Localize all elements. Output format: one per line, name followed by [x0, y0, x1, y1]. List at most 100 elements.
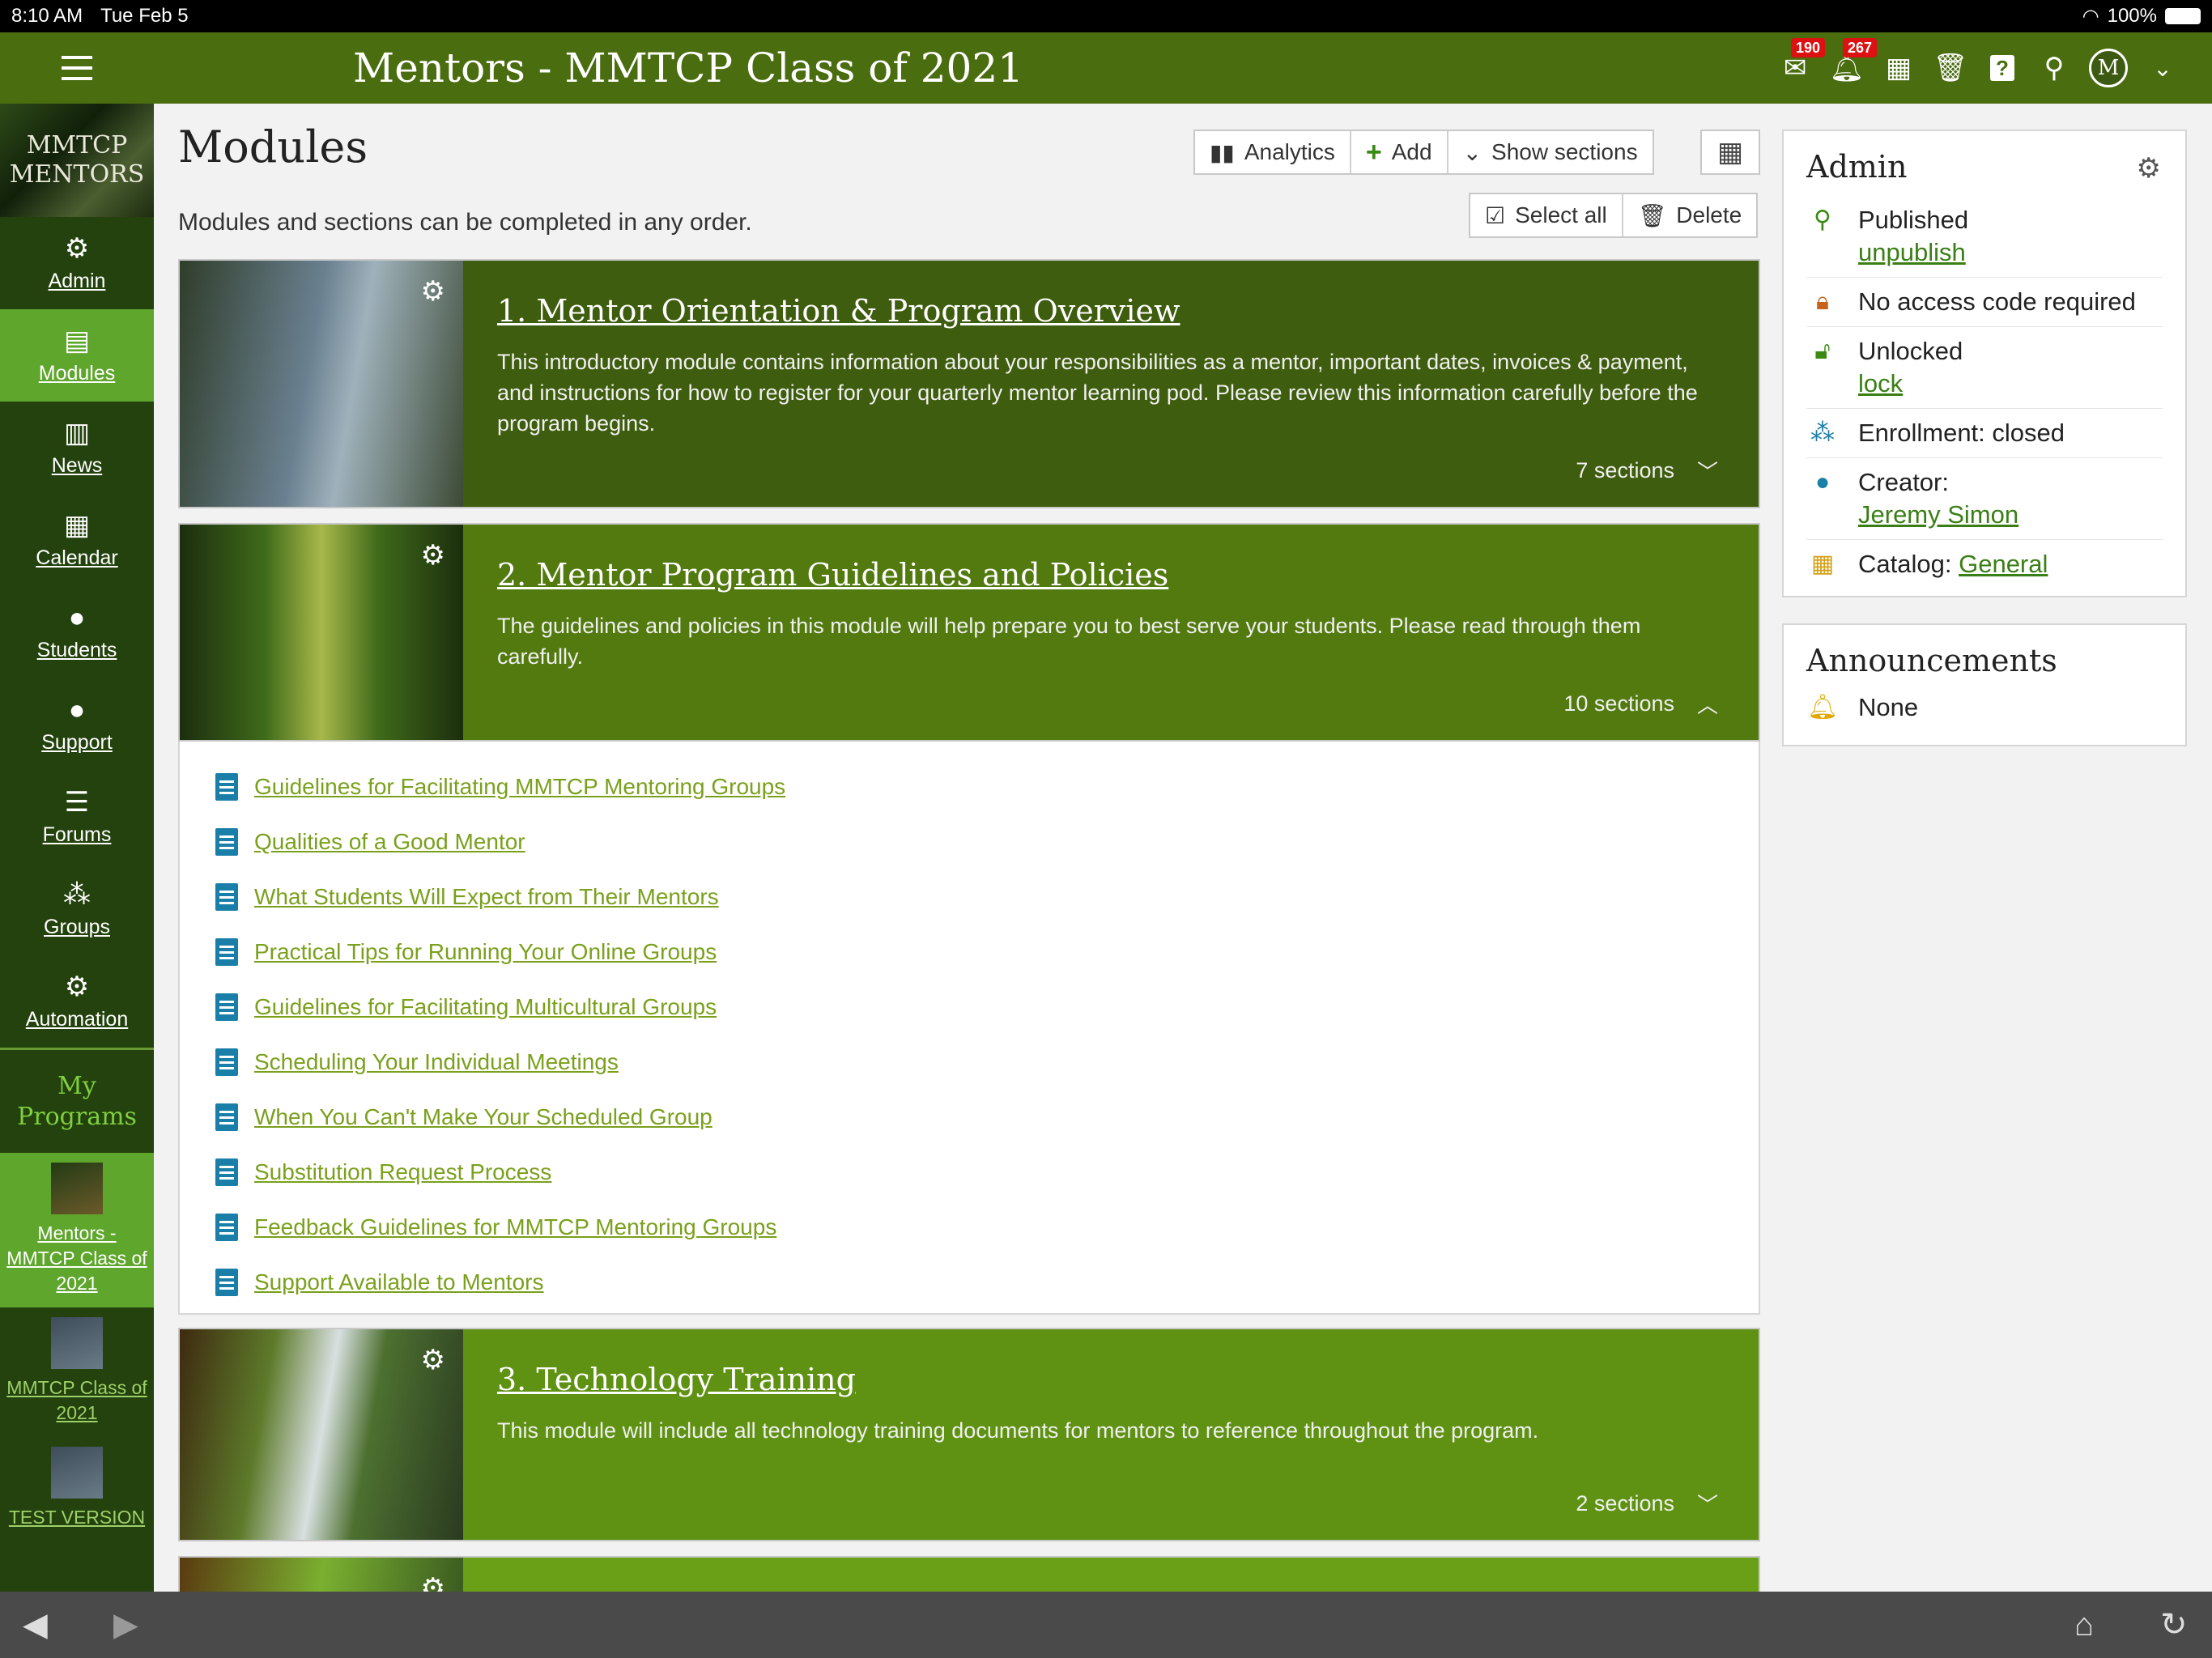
list-item[interactable]: Guidelines for Facilitating Multicultura…	[215, 980, 1759, 1035]
publish-status: Published	[1858, 206, 1969, 234]
chevron-down-icon: ⌄	[2153, 55, 2172, 81]
program-thumbnail	[51, 1447, 103, 1499]
trash-icon: 🗑︎	[1933, 53, 1968, 83]
module-description: This module will include all technology …	[497, 1418, 1539, 1443]
document-icon	[215, 1269, 238, 1296]
catalog-link[interactable]: General	[1959, 550, 2048, 578]
help-button[interactable]: ?	[1985, 51, 2019, 85]
section-count: 7 sections	[1576, 458, 1674, 483]
program-label: TEST VERSION	[8, 1507, 146, 1528]
sidebar-item-admin[interactable]: ⚙ Admin	[0, 217, 154, 309]
lock-link[interactable]: lock	[1858, 369, 1903, 397]
document-icon	[215, 883, 238, 911]
list-item[interactable]: What Students Will Expect from Their Men…	[215, 869, 1759, 925]
program-label: MMTCP Class of 2021	[6, 1377, 147, 1423]
document-icon	[215, 1103, 238, 1131]
module-card-2[interactable]: ⚙ 2. Mentor Program Guidelines and Polic…	[178, 523, 1760, 742]
module-card-3[interactable]: ⚙ 3. Technology Training This module wil…	[178, 1328, 1760, 1541]
list-item[interactable]: Scheduling Your Individual Meetings	[215, 1035, 1759, 1090]
section-link[interactable]: When You Can't Make Your Scheduled Group	[254, 1104, 713, 1130]
grid-view-button[interactable]: ▦	[1700, 130, 1760, 175]
module-card-4[interactable]: ⚙	[178, 1556, 1760, 1592]
sidebar-item-groups[interactable]: ⁂ Groups	[0, 863, 154, 955]
mail-button[interactable]: ✉ 190	[1778, 38, 1826, 85]
program-item-test[interactable]: TEST VERSION	[0, 1437, 154, 1541]
gear-icon[interactable]: ⚙	[2137, 152, 2161, 185]
app-title: Mentors - MMTCP Class of 2021	[353, 45, 1023, 91]
chevron-down-icon[interactable]: ﹀	[1697, 1489, 1718, 1519]
list-item[interactable]: Support Available to Mentors	[215, 1255, 1759, 1310]
list-item[interactable]: Qualities of a Good Mentor	[215, 814, 1759, 869]
refresh-icon[interactable]: ↻	[2160, 1606, 2188, 1643]
add-label: Add	[1391, 139, 1432, 164]
document-icon	[215, 1158, 238, 1186]
avatar[interactable]: M	[2089, 49, 2128, 87]
chevron-up-icon[interactable]: ︿	[1697, 689, 1718, 719]
section-link[interactable]: Substitution Request Process	[254, 1159, 551, 1185]
select-all-button[interactable]: ☑ Select all	[1470, 194, 1623, 236]
search-button[interactable]: ⚲	[2037, 51, 2071, 85]
module-2-sections-list: Guidelines for Facilitating MMTCP Mentor…	[178, 742, 1760, 1315]
show-sections-button[interactable]: ⌄ Show sections	[1448, 131, 1653, 173]
program-item-mentors[interactable]: Mentors - MMTCP Class of 2021	[0, 1153, 154, 1307]
menu-button[interactable]	[0, 32, 154, 104]
trash-button[interactable]: 🗑︎	[1933, 51, 1967, 85]
module-image: ⚙	[180, 525, 463, 740]
list-item[interactable]: Substitution Request Process	[215, 1145, 1759, 1200]
gear-icon[interactable]: ⚙	[421, 1344, 445, 1376]
show-sections-label: Show sections	[1491, 139, 1638, 164]
sidebar-item-modules[interactable]: ▤ Modules	[0, 309, 154, 402]
delete-button[interactable]: 🗑︎ Delete	[1623, 194, 1756, 236]
section-link[interactable]: Scheduling Your Individual Meetings	[254, 1049, 619, 1075]
section-count: 10 sections	[1563, 691, 1674, 716]
add-button[interactable]: + Add	[1351, 131, 1448, 173]
home-icon[interactable]: ⌂	[2074, 1607, 2094, 1643]
back-arrow-icon[interactable]: ◀	[23, 1606, 48, 1643]
lock-status: Unlocked	[1858, 337, 1963, 365]
sidebar-item-automation[interactable]: ⚙ Automation	[0, 955, 154, 1048]
sidebar-item-calendar[interactable]: ▦ Calendar	[0, 494, 154, 586]
chevron-down-icon[interactable]: ﹀	[1697, 456, 1718, 486]
modules-toolbar: ▮▮ Analytics + Add ⌄ Show sections	[1193, 130, 1654, 175]
list-item[interactable]: Feedback Guidelines for MMTCP Mentoring …	[215, 1200, 1759, 1255]
program-logo[interactable]: MMTCP MENTORS	[0, 104, 154, 217]
list-item[interactable]: Practical Tips for Running Your Online G…	[215, 925, 1759, 980]
module-title[interactable]: 1. Mentor Orientation & Program Overview	[497, 293, 1723, 329]
section-link[interactable]: Feedback Guidelines for MMTCP Mentoring …	[254, 1214, 776, 1240]
module-description: This introductory module contains inform…	[497, 350, 1698, 436]
program-item-class[interactable]: MMTCP Class of 2021	[0, 1307, 154, 1437]
bar-chart-icon: ▮▮	[1210, 139, 1235, 165]
sidebar-item-label: Admin	[48, 269, 106, 292]
calendar-button[interactable]: ▦	[1882, 51, 1916, 85]
main-content: Modules ▮▮ Analytics + Add ⌄ Show sections …	[178, 104, 1760, 1592]
sidebar-item-forums[interactable]: ☰ Forums	[0, 771, 154, 863]
analytics-button[interactable]: ▮▮ Analytics	[1195, 131, 1351, 173]
notifications-button[interactable]: 🔔︎ 267	[1829, 38, 1878, 85]
module-card-1[interactable]: ⚙ 1. Mentor Orientation & Program Overvi…	[178, 259, 1760, 508]
browser-toolbar: ◀ ▶ ⌂ ↻	[0, 1592, 2212, 1658]
bell-icon: 🔔︎	[1806, 694, 1839, 721]
section-link[interactable]: Guidelines for Facilitating MMTCP Mentor…	[254, 774, 785, 800]
gear-icon[interactable]: ⚙	[421, 275, 445, 308]
module-title[interactable]: 3. Technology Training	[497, 1362, 1723, 1397]
module-title[interactable]: 2. Mentor Program Guidelines and Policie…	[497, 557, 1723, 593]
unpublish-link[interactable]: unpublish	[1858, 238, 1966, 266]
section-link[interactable]: What Students Will Expect from Their Men…	[254, 884, 719, 910]
gear-icon[interactable]: ⚙	[421, 1572, 445, 1592]
sidebar-item-students[interactable]: ● Students	[0, 586, 154, 678]
account-dropdown[interactable]: ⌄	[2146, 51, 2180, 85]
section-link[interactable]: Practical Tips for Running Your Online G…	[254, 939, 717, 965]
sidebar-item-support[interactable]: ● Support	[0, 678, 154, 771]
program-thumbnail	[51, 1163, 103, 1214]
section-link[interactable]: Qualities of a Good Mentor	[254, 829, 525, 855]
section-link[interactable]: Guidelines for Facilitating Multicultura…	[254, 994, 717, 1020]
calendar-icon: ▦	[63, 509, 91, 541]
list-item[interactable]: When You Can't Make Your Scheduled Group	[215, 1090, 1759, 1145]
status-date: Tue Feb 5	[100, 5, 189, 27]
sidebar-item-news[interactable]: ▥ News	[0, 402, 154, 494]
section-link[interactable]: Support Available to Mentors	[254, 1269, 543, 1295]
gear-icon[interactable]: ⚙	[421, 539, 445, 572]
creator-link[interactable]: Jeremy Simon	[1858, 500, 2018, 529]
forward-arrow-icon[interactable]: ▶	[113, 1606, 138, 1643]
list-item[interactable]: Guidelines for Facilitating MMTCP Mentor…	[215, 759, 1759, 814]
